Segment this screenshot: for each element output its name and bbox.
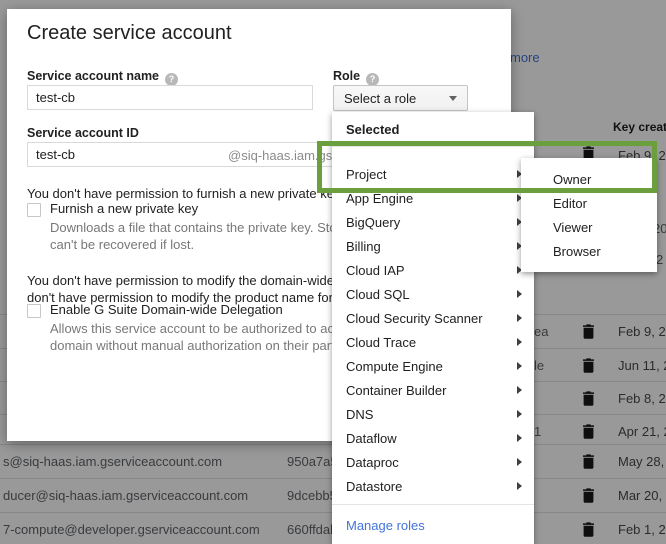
role-menu-item-dataproc[interactable]: Dataproc	[332, 450, 534, 474]
service-account-id-domain-suffix: @siq-haas.iam.gs	[228, 148, 332, 163]
role-menu-item-project[interactable]: Project	[332, 162, 534, 186]
submenu-arrow-icon	[517, 386, 522, 394]
delegation-help-line2: domain without manual authorization on t…	[50, 337, 375, 354]
service-account-name-input[interactable]	[27, 85, 313, 110]
manage-roles-link[interactable]: Manage roles	[332, 504, 534, 544]
delegation-help-line1: Allows this service account to be author…	[50, 320, 377, 337]
submenu-item-owner[interactable]: Owner	[521, 167, 657, 191]
submenu-item-browser[interactable]: Browser	[521, 239, 657, 263]
submenu-arrow-icon	[517, 410, 522, 418]
submenu-arrow-icon	[517, 314, 522, 322]
submenu-arrow-icon	[517, 458, 522, 466]
submenu-arrow-icon	[517, 482, 522, 490]
submenu-arrow-icon	[517, 338, 522, 346]
submenu-item-editor[interactable]: Editor	[521, 191, 657, 215]
domain-delegation-label: Enable G Suite Domain-wide Delegation	[50, 302, 283, 317]
role-menu-item-cloud-iap[interactable]: Cloud IAP	[332, 258, 534, 282]
role-menu-item-bigquery[interactable]: BigQuery	[332, 210, 534, 234]
key-permission-notice: You don't have permission to furnish a n…	[27, 185, 343, 202]
service-account-name-label: Service account name?	[27, 69, 178, 86]
role-menu-item-app-engine[interactable]: App Engine	[332, 186, 534, 210]
role-select[interactable]: Select a role	[333, 85, 468, 111]
role-dropdown-menu: Selected Project App Engine BigQuery Bil…	[332, 112, 534, 544]
submenu-arrow-icon	[517, 290, 522, 298]
submenu-arrow-icon	[517, 434, 522, 442]
submenu-arrow-icon	[517, 362, 522, 370]
role-menu-item-billing[interactable]: Billing	[332, 234, 534, 258]
role-menu-selected-header: Selected	[332, 112, 534, 147]
role-select-value: Select a role	[344, 91, 416, 106]
furnish-key-label: Furnish a new private key	[50, 201, 198, 216]
role-menu-items: Project App Engine BigQuery Billing Clou…	[332, 147, 534, 498]
role-menu-item-cloud-trace[interactable]: Cloud Trace	[332, 330, 534, 354]
role-menu-item-dns[interactable]: DNS	[332, 402, 534, 426]
role-menu-item-dataflow[interactable]: Dataflow	[332, 426, 534, 450]
role-menu-item-container-builder[interactable]: Container Builder	[332, 378, 534, 402]
furnish-key-checkbox[interactable]	[27, 203, 41, 217]
role-label: Role?	[333, 69, 379, 86]
role-menu-item-datastore[interactable]: Datastore	[332, 474, 534, 498]
chevron-down-icon	[449, 96, 457, 101]
role-menu-item-cloud-sql[interactable]: Cloud SQL	[332, 282, 534, 306]
role-menu-item-cloud-security-scanner[interactable]: Cloud Security Scanner	[332, 306, 534, 330]
role-menu-item-compute-engine[interactable]: Compute Engine	[332, 354, 534, 378]
submenu-item-viewer[interactable]: Viewer	[521, 215, 657, 239]
furnish-key-help-line2: can't be recovered if lost.	[50, 236, 194, 253]
project-role-submenu: Owner Editor Viewer Browser	[521, 158, 657, 272]
domain-delegation-checkbox[interactable]	[27, 304, 41, 318]
screenshot-root: more Key creat Feb 9, 2 20 2 ea Feb 9, 2…	[0, 0, 666, 544]
dialog-title: Create service account	[27, 22, 232, 45]
domain-permission-line1: You don't have permission to modify the …	[27, 272, 345, 289]
service-account-id-label: Service account ID	[27, 126, 139, 140]
